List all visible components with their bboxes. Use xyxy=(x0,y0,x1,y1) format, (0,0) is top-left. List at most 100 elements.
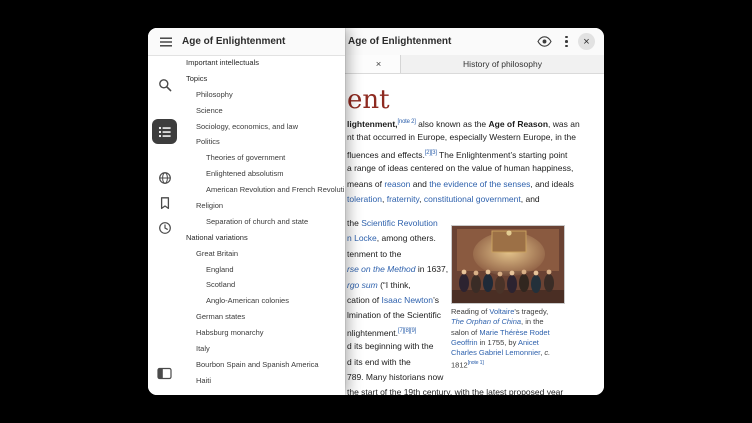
tab-close-button[interactable]: × xyxy=(372,58,385,71)
text-run: (“I think, xyxy=(378,280,411,290)
text-run: c. xyxy=(544,348,550,357)
toc-item[interactable]: Habsburg monarchy xyxy=(181,325,344,341)
text-run: the start of the 19th century, with the … xyxy=(347,387,563,395)
search-button[interactable] xyxy=(156,76,173,93)
article-text-line: nt that occurred in Europe, especially W… xyxy=(347,130,580,145)
article-link[interactable]: The Orphan of China xyxy=(451,317,521,326)
toc-item[interactable]: Important intellectuals xyxy=(181,55,344,71)
article-thumbnail-image[interactable] xyxy=(451,225,565,304)
text-run: Age of Reason xyxy=(489,119,549,129)
article-link[interactable]: Voltaire xyxy=(489,307,514,316)
text-run: the xyxy=(347,218,361,228)
text-run: nlightenment. xyxy=(347,328,398,338)
article-link[interactable]: rgo sum xyxy=(347,280,378,290)
text-run: means of xyxy=(347,179,384,189)
text-run: fluences and effects. xyxy=(347,150,425,160)
toc-list: Important intellectualsTopicsPhilosophyS… xyxy=(181,55,344,395)
text-run: d its end with the xyxy=(347,357,411,367)
text-run: d its beginning with the xyxy=(347,341,433,351)
toc-item[interactable]: German states xyxy=(181,309,344,325)
text-run: cation of xyxy=(347,295,382,305)
bookmarks-button[interactable] xyxy=(156,194,173,211)
hamburger-icon xyxy=(160,37,172,47)
article-link[interactable]: toleration xyxy=(347,194,382,204)
article-link[interactable]: Isaac Newton xyxy=(382,295,434,305)
view-toggle-button[interactable] xyxy=(536,33,553,50)
text-run: 1812 xyxy=(451,361,468,370)
menu-button[interactable] xyxy=(158,34,174,50)
text-run: , and ideals xyxy=(530,179,573,189)
text-run: lightenment, xyxy=(347,119,398,129)
toc-item[interactable]: Science xyxy=(181,103,344,119)
article-link[interactable]: [note 1] xyxy=(468,360,484,366)
article-text-line: means of reason and the evidence of the … xyxy=(347,177,580,192)
toc-item[interactable]: Scotland xyxy=(181,277,344,293)
article-link[interactable]: rse on the Method xyxy=(347,264,416,274)
eye-icon xyxy=(537,35,552,48)
article-paragraph-1: lightenment,[note 2] also known as the A… xyxy=(347,115,580,207)
article-link[interactable]: reason xyxy=(384,179,410,189)
article-title-fragment: ent xyxy=(347,85,390,115)
toc-item[interactable]: England xyxy=(181,262,344,278)
text-run: nt that occurred in Europe, especially W… xyxy=(347,132,576,142)
toc-item[interactable]: Sociology, economics, and law xyxy=(181,119,344,135)
image-caption: Reading of Voltaire's tragedy, The Orpha… xyxy=(451,307,563,371)
sidebar-rail xyxy=(148,55,181,395)
article-text-line: the start of the 19th century, with the … xyxy=(347,385,563,395)
toc-item[interactable]: American Revolution and French Revolutio… xyxy=(181,182,344,198)
toc-item[interactable]: Anglo-American colonies xyxy=(181,293,344,309)
history-button[interactable] xyxy=(156,219,173,236)
main-menu-button[interactable] xyxy=(558,33,575,50)
text-run: , among others. xyxy=(377,233,436,243)
toc-item[interactable]: Religion xyxy=(181,198,344,214)
toc-item[interactable]: Philosophy xyxy=(181,87,344,103)
article-link[interactable]: [2][3] xyxy=(425,150,437,156)
toc-item[interactable]: National variations xyxy=(181,230,344,246)
tab-history-of-philosophy[interactable]: History of philosophy xyxy=(401,55,604,73)
text-run: tenment to the xyxy=(347,249,401,259)
article-text-line: fluences and effects.[2][3] The Enlighte… xyxy=(347,146,580,161)
text-run: , and xyxy=(521,194,540,204)
article-link[interactable]: Scientific Revolution xyxy=(361,218,438,228)
text-run: , was an xyxy=(548,119,580,129)
window-title: Age of Enlightenment xyxy=(348,36,451,47)
article-link[interactable]: constitutional government xyxy=(424,194,521,204)
toc-item[interactable]: Haiti xyxy=(181,373,344,389)
toc-item[interactable]: Italy xyxy=(181,341,344,357)
article-text-line: 789. Many historians now xyxy=(347,370,563,385)
article-link[interactable]: n Locke xyxy=(347,233,377,243)
toc-item[interactable]: Politics xyxy=(181,134,344,150)
toc-item[interactable]: Enlightened absolutism xyxy=(181,166,344,182)
text-run: ’s xyxy=(433,295,439,305)
bookmark-icon xyxy=(158,196,172,210)
screen: Age of Enlightenment × × History of p xyxy=(0,0,752,423)
toc-item[interactable]: Bourbon Spain and Spanish America xyxy=(181,357,344,373)
tab-label: History of philosophy xyxy=(463,59,542,69)
contents-button[interactable] xyxy=(152,119,177,144)
article-link[interactable]: the evidence of the senses xyxy=(429,179,530,189)
toc-item[interactable]: Theories of government xyxy=(181,150,344,166)
window-close-button[interactable]: × xyxy=(578,33,595,50)
text-run: Reading of xyxy=(451,307,489,316)
search-icon xyxy=(158,78,172,92)
app-window: Age of Enlightenment × × History of p xyxy=(148,28,604,395)
article-link[interactable]: [7][8][9] xyxy=(398,328,416,334)
text-run: 789. Many historians now xyxy=(347,372,443,382)
article-link[interactable]: fraternity xyxy=(387,194,419,204)
toc-item[interactable]: Separation of church and state xyxy=(181,214,344,230)
sidebar-toggle-button[interactable] xyxy=(156,365,173,382)
history-clock-icon xyxy=(158,221,172,235)
languages-button[interactable] xyxy=(156,169,173,186)
sidebar-toggle-icon xyxy=(157,367,172,380)
article-link[interactable]: [note 2] xyxy=(398,119,416,125)
text-run: a range of ideas centered on the value o… xyxy=(347,163,573,173)
toc-item[interactable]: Great Britain xyxy=(181,246,344,262)
languages-globe-icon xyxy=(158,171,172,185)
text-run: The Enlightenment’s starting point xyxy=(437,150,568,160)
toc-item[interactable]: Topics xyxy=(181,71,344,87)
text-run: also known as the xyxy=(416,119,489,129)
table-of-contents-icon xyxy=(158,125,172,139)
text-run: in 1755, by xyxy=(478,338,518,347)
sidebar-panel: Age of Enlightenment xyxy=(148,28,345,395)
text-run: lmination of the Scientific xyxy=(347,310,441,320)
